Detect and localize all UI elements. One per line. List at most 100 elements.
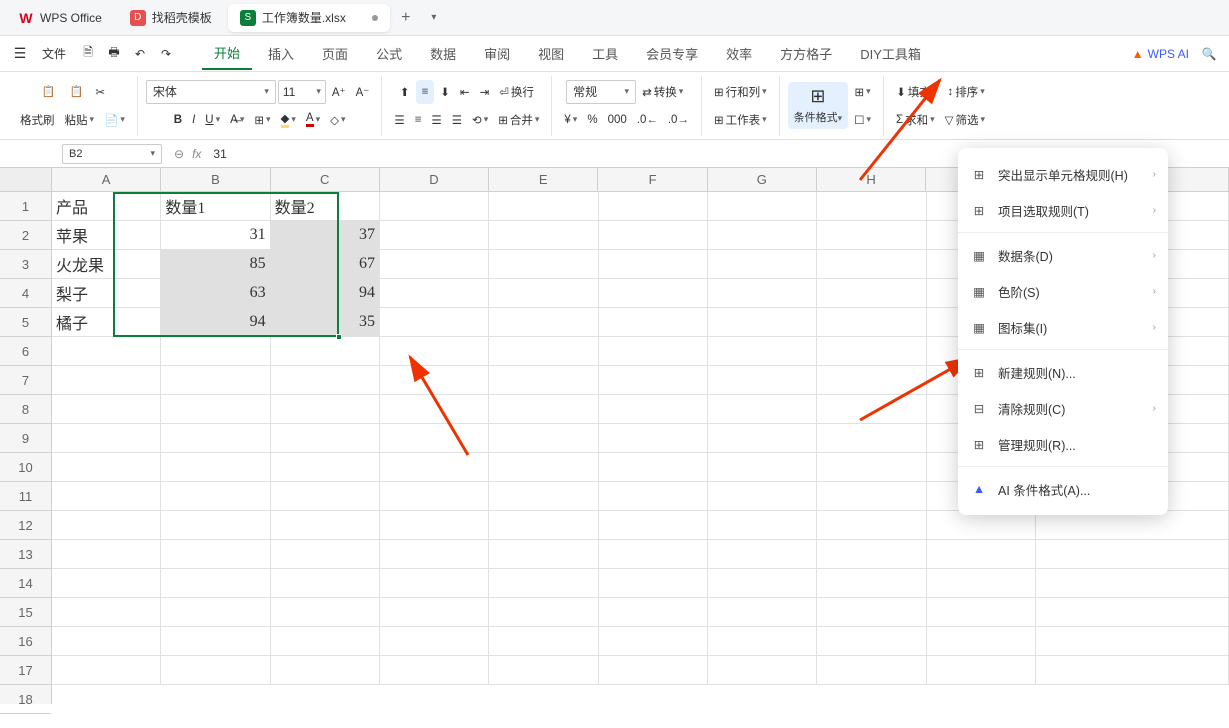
cell[interactable]: 31 xyxy=(161,221,270,250)
row-header[interactable]: 4 xyxy=(0,279,51,308)
undo-icon[interactable]: ↶ xyxy=(128,42,152,66)
cell[interactable] xyxy=(927,656,1036,685)
cell[interactable] xyxy=(271,395,380,424)
row-header[interactable]: 6 xyxy=(0,337,51,366)
cell[interactable]: 35 xyxy=(271,308,380,337)
cell[interactable] xyxy=(161,424,270,453)
cell[interactable] xyxy=(599,308,708,337)
comma-button[interactable]: 000 xyxy=(604,108,631,132)
worksheet-button[interactable]: ⊞ 工作表▾ xyxy=(710,108,771,132)
dd-new-rule[interactable]: ⊞ 新建规则(N)... xyxy=(958,354,1168,390)
cell[interactable] xyxy=(52,540,161,569)
sum-button[interactable]: Σ 求和▾ xyxy=(892,108,939,132)
row-header[interactable]: 8 xyxy=(0,395,51,424)
border-button[interactable]: ⊞▾ xyxy=(250,108,274,132)
cell[interactable] xyxy=(708,598,817,627)
tab-home[interactable]: 开始 xyxy=(202,37,252,70)
cell[interactable] xyxy=(380,540,489,569)
align-bottom-button[interactable]: ⬇ xyxy=(436,80,454,104)
dd-icon-sets[interactable]: ▦ 图标集(I) › xyxy=(958,309,1168,345)
cell[interactable] xyxy=(52,598,161,627)
indent-dec-button[interactable]: ⇤ xyxy=(456,80,474,104)
cell[interactable] xyxy=(927,511,1036,540)
tab-tools[interactable]: 工具 xyxy=(580,38,630,69)
cell[interactable] xyxy=(52,482,161,511)
cell[interactable] xyxy=(52,569,161,598)
filter-button[interactable]: ▽ 筛选▾ xyxy=(941,108,989,132)
cond-format-button[interactable]: ⊞ 条件格式▾ xyxy=(788,82,849,129)
cell[interactable] xyxy=(599,395,708,424)
cell[interactable] xyxy=(817,424,926,453)
tab-formula[interactable]: 公式 xyxy=(364,38,414,69)
save-icon[interactable]: 🗎 xyxy=(76,42,100,66)
row-header[interactable]: 17 xyxy=(0,656,51,685)
cell[interactable] xyxy=(599,192,708,221)
cell[interactable] xyxy=(708,656,817,685)
cell[interactable] xyxy=(599,279,708,308)
align-top-button[interactable]: ⬆ xyxy=(396,80,414,104)
cell[interactable] xyxy=(380,192,489,221)
fx-icon[interactable]: fx xyxy=(192,147,201,161)
cell[interactable] xyxy=(380,337,489,366)
cell[interactable] xyxy=(380,482,489,511)
cell[interactable] xyxy=(708,337,817,366)
cell[interactable] xyxy=(380,308,489,337)
cell[interactable] xyxy=(52,366,161,395)
dd-highlight-rules[interactable]: ⊞ 突出显示单元格规则(H) › xyxy=(958,156,1168,192)
cell[interactable] xyxy=(817,453,926,482)
cell[interactable] xyxy=(380,221,489,250)
currency-button[interactable]: ¥▾ xyxy=(560,108,581,132)
cell[interactable] xyxy=(161,511,270,540)
col-header[interactable]: G xyxy=(708,168,817,191)
cell[interactable] xyxy=(271,453,380,482)
cancel-icon[interactable]: ⊖ xyxy=(174,147,184,161)
redo-icon[interactable]: ↷ xyxy=(154,42,178,66)
cell[interactable] xyxy=(161,482,270,511)
row-header[interactable]: 14 xyxy=(0,569,51,598)
cell[interactable] xyxy=(599,627,708,656)
cell[interactable] xyxy=(271,366,380,395)
cell[interactable] xyxy=(271,337,380,366)
tab-data[interactable]: 数据 xyxy=(418,38,468,69)
cell[interactable] xyxy=(380,279,489,308)
cell[interactable]: 94 xyxy=(161,308,270,337)
cell[interactable] xyxy=(271,424,380,453)
cell[interactable] xyxy=(489,598,598,627)
cell[interactable] xyxy=(52,627,161,656)
cell[interactable] xyxy=(708,424,817,453)
app-tab[interactable]: W WPS Office xyxy=(6,4,114,32)
cell[interactable]: 94 xyxy=(271,279,380,308)
align-center-button[interactable]: ≡ xyxy=(411,108,426,132)
row-header[interactable]: 15 xyxy=(0,598,51,627)
wrap-button[interactable]: ⏎ 换行 xyxy=(495,80,538,104)
file-tab[interactable]: S 工作簿数量.xlsx xyxy=(228,4,390,32)
italic-button[interactable]: I xyxy=(188,108,199,132)
align-right-button[interactable]: ☰ xyxy=(427,108,445,132)
cell[interactable] xyxy=(599,540,708,569)
cell[interactable] xyxy=(1036,511,1229,540)
cell[interactable] xyxy=(489,395,598,424)
col-header[interactable]: B xyxy=(161,168,270,191)
cell[interactable] xyxy=(161,656,270,685)
cell[interactable] xyxy=(599,424,708,453)
cell[interactable] xyxy=(489,221,598,250)
tab-review[interactable]: 审阅 xyxy=(472,38,522,69)
tab-efficiency[interactable]: 效率 xyxy=(714,38,764,69)
cell[interactable] xyxy=(52,424,161,453)
dd-top-bottom-rules[interactable]: ⊞ 项目选取规则(T) › xyxy=(958,192,1168,228)
col-header[interactable]: C xyxy=(271,168,380,191)
cell[interactable] xyxy=(817,511,926,540)
tab-insert[interactable]: 插入 xyxy=(256,38,306,69)
add-tab-button[interactable]: + xyxy=(392,4,420,32)
cell[interactable] xyxy=(52,511,161,540)
decimal-inc-button[interactable]: .0← xyxy=(633,108,662,132)
cell[interactable] xyxy=(52,453,161,482)
cell[interactable] xyxy=(271,598,380,627)
cell[interactable] xyxy=(52,656,161,685)
cell[interactable] xyxy=(927,569,1036,598)
indent-inc-button[interactable]: ⇥ xyxy=(476,80,494,104)
cell[interactable] xyxy=(271,511,380,540)
cell[interactable] xyxy=(817,221,926,250)
cell[interactable] xyxy=(1036,627,1229,656)
decimal-dec-button[interactable]: .0→ xyxy=(664,108,693,132)
